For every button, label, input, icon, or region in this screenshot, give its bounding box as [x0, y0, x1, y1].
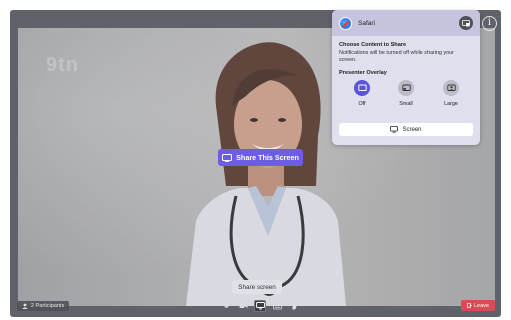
leave-label: Leave — [474, 302, 489, 309]
screen-button-label: Screen — [402, 126, 422, 133]
call-controls — [220, 299, 300, 313]
raise-hand-button[interactable] — [288, 300, 300, 312]
small-overlay-icon — [401, 84, 411, 91]
participants-button[interactable]: 2 Participants — [17, 301, 70, 311]
window-stack-icon — [462, 19, 470, 26]
share-screen-button[interactable] — [254, 300, 266, 312]
notifications-note: Notifications will be turned off while s… — [339, 50, 454, 63]
meeting-controls-bar: 2 Participants Leave — [10, 298, 501, 317]
captions-button[interactable] — [271, 300, 283, 312]
popover-app-title: Safari — [358, 19, 375, 27]
choose-content-heading: Choose Content to Share — [339, 42, 407, 48]
overlay-option-off[interactable]: Off — [347, 80, 377, 107]
presenter-overlay-options: Off Small Large — [339, 80, 473, 110]
microphone-icon — [223, 302, 229, 308]
share-screen-tooltip: Share screen — [232, 280, 282, 294]
overlay-option-large[interactable]: Large — [436, 80, 466, 107]
leave-button[interactable]: Leave — [461, 300, 495, 311]
share-this-screen-label: Share This Screen — [236, 153, 299, 162]
share-screen-icon — [222, 153, 233, 162]
camera-icon — [239, 304, 247, 308]
window-picker-button[interactable] — [459, 16, 473, 30]
share-screen-icon — [255, 302, 265, 310]
info-icon[interactable]: i — [482, 16, 497, 31]
presenter-overlay-heading: Presenter Overlay — [339, 70, 387, 76]
popover-header: Safari — [332, 10, 480, 36]
microphone-button[interactable] — [220, 300, 232, 312]
screen-icon — [357, 84, 367, 91]
safari-compass-icon — [339, 16, 352, 30]
overlay-option-small[interactable]: Small — [391, 80, 421, 107]
door-exit-icon — [467, 303, 472, 308]
display-icon — [390, 126, 399, 133]
person-icon — [22, 303, 28, 309]
share-content-popover: Safari Choose Content to Share Notificat… — [332, 10, 480, 145]
overlay-option-label: Large — [444, 101, 458, 107]
captions-icon — [272, 302, 282, 310]
overlay-option-label: Off — [358, 101, 366, 107]
share-this-screen-button[interactable]: Share This Screen — [218, 149, 303, 166]
large-overlay-icon — [446, 84, 456, 91]
share-screen-option-button[interactable]: Screen — [339, 123, 473, 136]
camera-button[interactable] — [237, 300, 249, 312]
overlay-option-label: Small — [399, 101, 413, 107]
raise-hand-icon — [292, 302, 297, 310]
participants-count: 2 Participants — [31, 303, 65, 309]
